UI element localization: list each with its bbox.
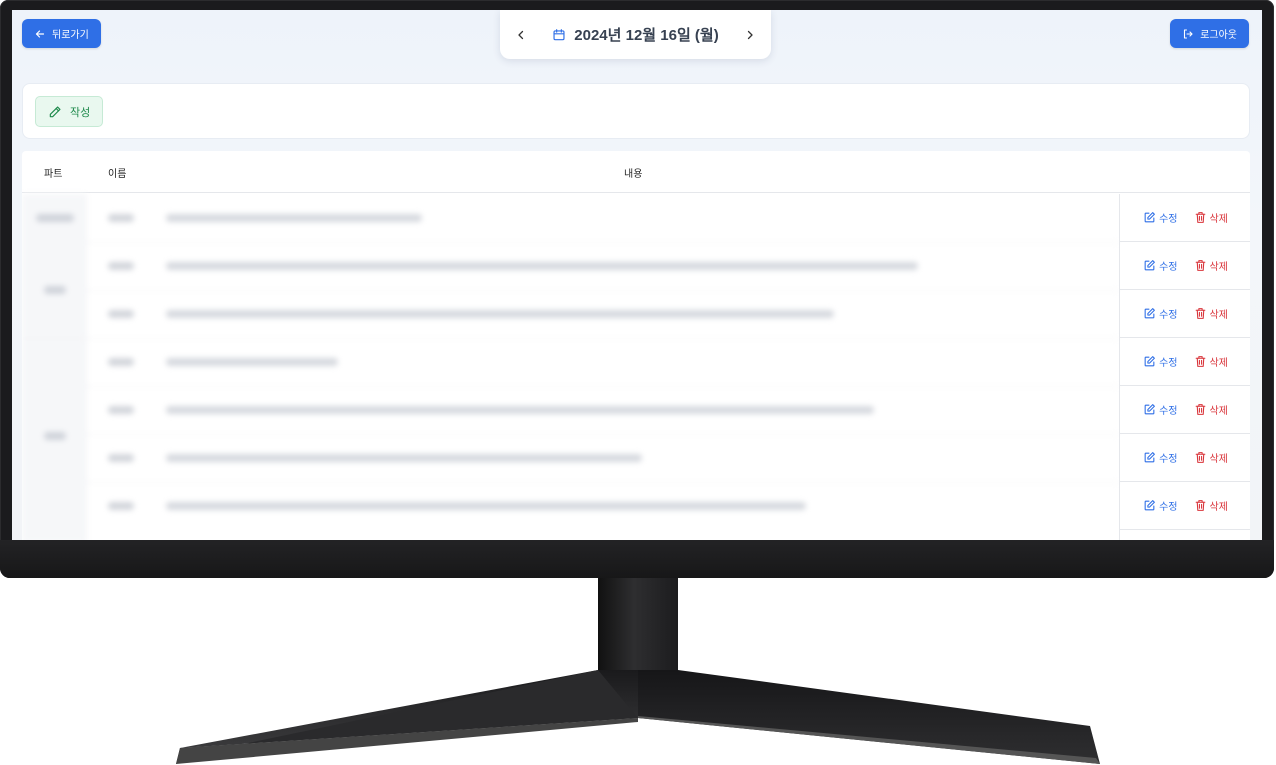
table-row-actions: 수정 삭제 xyxy=(1120,338,1250,386)
monitor-chin xyxy=(0,540,1274,578)
trash-icon xyxy=(1195,260,1205,271)
delete-button[interactable]: 삭제 xyxy=(1194,258,1228,273)
edit-button[interactable]: 수정 xyxy=(1143,306,1178,321)
trash-icon xyxy=(1195,452,1205,463)
edit-icon xyxy=(1144,212,1156,223)
pencil-icon xyxy=(49,105,61,117)
edit-icon xyxy=(1144,356,1156,367)
edit-icon xyxy=(1144,500,1156,511)
edit-button[interactable]: 수정 xyxy=(1143,354,1178,369)
table-row-actions: 수정 삭제 xyxy=(1120,482,1250,530)
back-button-label: 뒤로가기 xyxy=(52,30,89,41)
trash-icon xyxy=(1195,404,1205,415)
report-table: 파트 이름 내용 수정 삭제 수정 삭제 수정 삭제 수정 삭제 수정 삭제 수… xyxy=(22,151,1250,540)
part-cell xyxy=(22,242,86,338)
back-button[interactable]: 뒤로가기 xyxy=(22,19,101,48)
delete-button[interactable]: 삭제 xyxy=(1194,306,1228,321)
table-row-actions: 수정 삭제 xyxy=(1120,386,1250,434)
app-screen: 뒤로가기 2024년 12월 16일 (월) 로그아웃 작성 파트 이름 내용 xyxy=(12,10,1262,540)
trash-icon xyxy=(1195,500,1205,511)
trash-icon xyxy=(1195,212,1205,223)
edit-icon xyxy=(1144,404,1156,415)
table-row-actions: 수정 삭제 xyxy=(1120,242,1250,290)
trash-icon xyxy=(1195,308,1205,319)
prev-day-button[interactable] xyxy=(510,24,532,46)
edit-icon xyxy=(1144,260,1156,271)
edit-icon xyxy=(1144,308,1156,319)
chevron-right-icon xyxy=(747,30,753,39)
actions-column: 수정 삭제 수정 삭제 수정 삭제 수정 삭제 수정 삭제 수정 삭제 수정 삭… xyxy=(1119,194,1250,540)
edit-button[interactable]: 수정 xyxy=(1143,498,1178,513)
delete-button[interactable]: 삭제 xyxy=(1194,498,1228,513)
trash-icon xyxy=(1195,356,1205,367)
arrow-left-icon xyxy=(35,29,45,38)
edit-button[interactable]: 수정 xyxy=(1143,450,1178,465)
edit-icon xyxy=(1144,452,1156,463)
delete-button[interactable]: 삭제 xyxy=(1194,354,1228,369)
toolbar-card: 작성 xyxy=(22,83,1250,139)
logout-button[interactable]: 로그아웃 xyxy=(1170,19,1249,48)
delete-button[interactable]: 삭제 xyxy=(1194,450,1228,465)
monitor-neck xyxy=(598,578,678,676)
redacted-rows xyxy=(22,194,1119,540)
edit-button[interactable]: 수정 xyxy=(1143,258,1178,273)
calendar-icon xyxy=(553,28,565,40)
delete-button[interactable]: 삭제 xyxy=(1194,210,1228,225)
chevron-left-icon xyxy=(518,30,524,39)
date-navigator: 2024년 12월 16일 (월) xyxy=(500,10,771,59)
column-name: 이름 xyxy=(108,169,127,180)
column-part: 파트 xyxy=(44,169,63,180)
table-row-actions: 수정 삭제 xyxy=(1120,194,1250,242)
table-row-actions: 수정 삭제 xyxy=(1120,290,1250,338)
logout-button-label: 로그아웃 xyxy=(1200,30,1237,41)
logout-icon xyxy=(1184,28,1193,39)
table-row-actions: 수정 삭제 xyxy=(1120,434,1250,482)
part-cell xyxy=(22,194,86,242)
delete-button[interactable]: 삭제 xyxy=(1194,402,1228,417)
write-button[interactable]: 작성 xyxy=(35,96,104,127)
next-day-button[interactable] xyxy=(739,24,761,46)
part-cell xyxy=(22,338,86,540)
column-content: 내용 xyxy=(624,169,643,180)
current-date: 2024년 12월 16일 (월) xyxy=(574,27,719,44)
table-header: 파트 이름 내용 xyxy=(22,151,1250,193)
edit-button[interactable]: 수정 xyxy=(1143,210,1178,225)
write-button-label: 작성 xyxy=(70,105,91,119)
date-display[interactable]: 2024년 12월 16일 (월) xyxy=(552,24,719,45)
edit-button[interactable]: 수정 xyxy=(1143,402,1178,417)
